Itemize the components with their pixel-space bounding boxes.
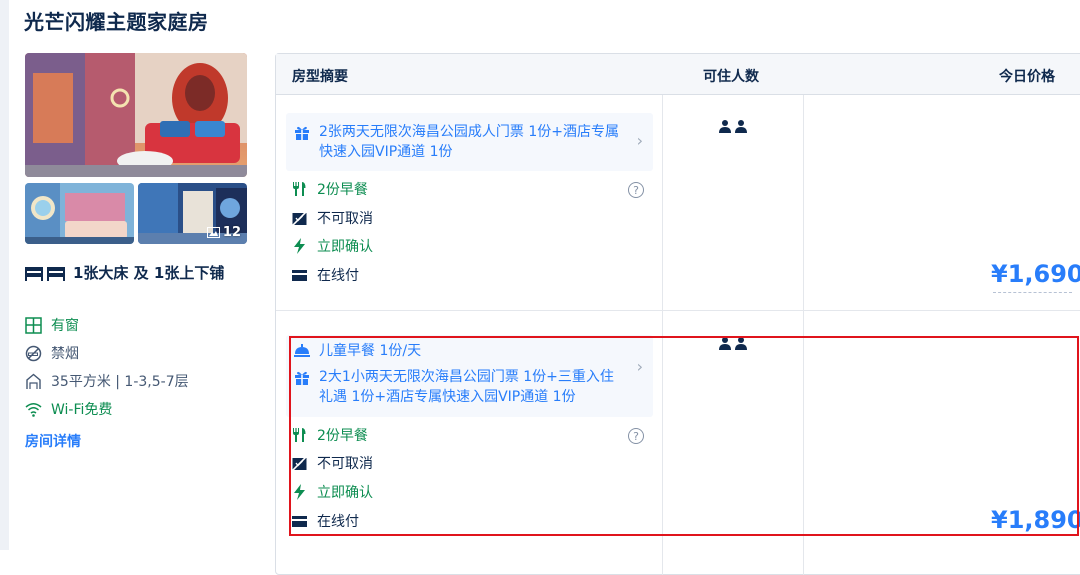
room-photo-main[interactable] <box>25 53 247 177</box>
card-icon <box>292 269 307 281</box>
column-divider <box>662 95 663 575</box>
package-info-2[interactable]: 儿童早餐 1份/天 2大1小两天无限次海昌公园门票 1份+三重入住礼遇 1份+酒… <box>286 335 653 417</box>
feature-wifi-label: Wi-Fi免费 <box>51 402 113 418</box>
breakfast-info[interactable]: 2份早餐 <box>292 425 368 445</box>
no-smoking-icon <box>25 345 42 361</box>
card-icon <box>292 515 307 527</box>
kids-breakfast-text: 儿童早餐 1份/天 <box>319 343 422 359</box>
table-header: 房型摘要 可住人数 今日价格 <box>276 54 1080 95</box>
feature-area-label: 35平方米 | 1-3,5-7层 <box>51 374 189 390</box>
room-details-link[interactable]: 房间详情 <box>25 431 81 451</box>
package-info-1[interactable]: 2张两天无限次海昌公园成人门票 1份+酒店专属快速入园VIP通道 1份 › <box>286 113 653 171</box>
breakfast-label: 2份早餐 <box>317 428 368 444</box>
rate-table: 房型摘要 可住人数 今日价格 2张两天无限次海昌公园成人门票 1份+酒店专属快速… <box>275 53 1080 575</box>
image-icon <box>206 227 220 238</box>
confirmation-info: 立即确认 <box>292 236 373 256</box>
price-underline <box>993 292 1072 293</box>
no-cancel-icon <box>292 210 307 226</box>
header-today-price: 今日价格 <box>999 69 1055 85</box>
chevron-right-icon: › <box>636 131 643 150</box>
gift-icon <box>295 126 309 140</box>
payment-info: 在线付 <box>292 511 359 531</box>
cancellation-info: 不可取消 <box>292 208 373 228</box>
header-occupancy: 可住人数 <box>703 69 759 85</box>
row-divider <box>276 310 1080 311</box>
price-row-1[interactable]: ¥1,690 <box>991 260 1080 288</box>
occupancy-icons <box>718 336 748 350</box>
photo-count-badge: 12 <box>206 225 241 240</box>
feature-area-floor: 35平方米 | 1-3,5-7层 <box>25 371 189 391</box>
payment-label: 在线付 <box>317 268 359 284</box>
package-text: 2大1小两天无限次海昌公园门票 1份+三重入住礼遇 1份+酒店专属快速入园VIP… <box>319 369 614 405</box>
column-divider <box>803 95 804 575</box>
person-icon <box>719 120 731 133</box>
room-photo-thumb-1[interactable] <box>25 183 134 244</box>
room-photo-thumb-2[interactable]: 12 <box>138 183 247 244</box>
help-icon[interactable]: ? <box>628 182 644 198</box>
cancellation-label: 不可取消 <box>317 456 373 472</box>
cancellation-info: 不可取消 <box>292 453 373 473</box>
lightning-icon <box>294 238 305 254</box>
bed-text: 1张大床 及 1张上下铺 <box>73 264 225 282</box>
help-icon[interactable]: ? <box>628 428 644 444</box>
feature-nonsmoking: 禁烟 <box>25 343 79 363</box>
bed-info: 1张大床 及 1张上下铺 <box>25 261 240 285</box>
occupancy-icons <box>718 119 748 133</box>
bed-icon <box>25 267 65 281</box>
lightning-icon <box>294 484 305 500</box>
feature-wifi: Wi-Fi免费 <box>25 399 112 419</box>
person-icon <box>719 337 731 350</box>
utensils-icon <box>293 182 306 196</box>
payment-info: 在线付 <box>292 265 359 285</box>
payment-label: 在线付 <box>317 514 359 530</box>
person-icon <box>735 120 747 133</box>
cancellation-label: 不可取消 <box>317 211 373 227</box>
package-line: 2大1小两天无限次海昌公园门票 1份+三重入住礼遇 1份+酒店专属快速入园VIP… <box>294 367 653 407</box>
breakfast-info[interactable]: 2份早餐 <box>292 179 368 199</box>
room-title: 光芒闪耀主题家庭房 <box>24 10 209 34</box>
utensils-icon <box>293 428 306 442</box>
left-edge-strip <box>0 0 9 550</box>
confirmation-label: 立即确认 <box>317 239 373 255</box>
confirmation-info: 立即确认 <box>292 482 373 502</box>
header-room-summary: 房型摘要 <box>292 69 348 85</box>
no-cancel-icon <box>292 455 307 471</box>
price-row-2[interactable]: ¥1,890 <box>991 506 1080 534</box>
kids-breakfast-line: 儿童早餐 1份/天 <box>294 341 653 361</box>
wifi-icon <box>25 402 42 417</box>
package-text: 2张两天无限次海昌公园成人门票 1份+酒店专属快速入园VIP通道 1份 <box>319 124 619 160</box>
package-line: 2张两天无限次海昌公园成人门票 1份+酒店专属快速入园VIP通道 1份 <box>294 122 653 162</box>
chevron-right-icon: › <box>636 357 643 376</box>
window-icon <box>25 316 42 334</box>
feature-nonsmoking-label: 禁烟 <box>51 346 79 362</box>
cloche-icon <box>294 344 310 357</box>
area-icon <box>26 373 41 389</box>
confirmation-label: 立即确认 <box>317 485 373 501</box>
feature-window: 有窗 <box>25 315 79 335</box>
gift-icon <box>295 371 309 385</box>
person-icon <box>735 337 747 350</box>
feature-window-label: 有窗 <box>51 318 79 334</box>
breakfast-label: 2份早餐 <box>317 182 368 198</box>
photo-count: 12 <box>222 225 241 240</box>
